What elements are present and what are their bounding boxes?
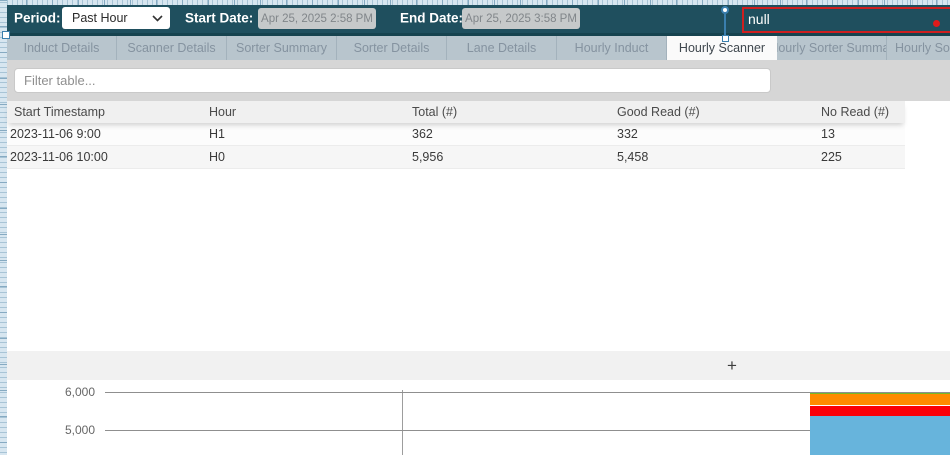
start-date-label: Start Date: bbox=[185, 10, 253, 25]
selection-handle-left[interactable] bbox=[2, 31, 10, 39]
tab-label: Scanner Details bbox=[127, 41, 215, 55]
period-select-value: Past Hour bbox=[62, 11, 152, 25]
tab-label: Sorter Summary bbox=[236, 41, 327, 55]
cell-start-timestamp: 2023-11-06 10:00 bbox=[7, 150, 209, 164]
tab-label: Hourly Scanner bbox=[679, 41, 765, 55]
tab-scanner-details[interactable]: Scanner Details bbox=[117, 36, 227, 60]
chart-vertical-gridline bbox=[402, 390, 403, 455]
tab-sorter-summary[interactable]: Sorter Summary bbox=[227, 36, 337, 60]
column-header-start-timestamp[interactable]: Start Timestamp bbox=[7, 105, 209, 119]
tab-label: Hourly Sorter Summar bbox=[777, 41, 887, 55]
cell-good-read: 332 bbox=[617, 127, 821, 141]
period-select[interactable]: Past Hour bbox=[62, 7, 170, 29]
cell-good-read: 5,458 bbox=[617, 150, 821, 164]
filter-input[interactable] bbox=[14, 68, 771, 93]
error-dot-icon bbox=[933, 20, 940, 27]
cell-total: 5,956 bbox=[412, 150, 617, 164]
cell-no-read: 13 bbox=[821, 127, 905, 141]
chevron-down-icon bbox=[152, 15, 163, 22]
end-date-input[interactable] bbox=[462, 8, 580, 29]
table-row[interactable]: 2023-11-06 9:00 H1 362 332 13 bbox=[7, 123, 905, 146]
tab-hourly-scanner[interactable]: Hourly Scanner bbox=[667, 36, 777, 60]
tab-label: Lane Details bbox=[467, 41, 537, 55]
table-row[interactable]: 2023-11-06 10:00 H0 5,956 5,458 225 bbox=[7, 146, 905, 169]
ruler-vertical bbox=[0, 0, 7, 455]
bar-red-segment bbox=[810, 406, 950, 417]
table-filter-bar bbox=[7, 60, 950, 101]
column-header-total[interactable]: Total (#) bbox=[412, 105, 617, 119]
bar-green-segment bbox=[810, 393, 950, 394]
bar-blue-segment bbox=[810, 416, 950, 455]
cell-total: 362 bbox=[412, 127, 617, 141]
add-row-button[interactable]: + bbox=[717, 351, 747, 380]
tab-label: Induct Details bbox=[24, 41, 100, 55]
column-header-hour[interactable]: Hour bbox=[209, 105, 412, 119]
cell-hour: H0 bbox=[209, 150, 412, 164]
binding-error-text: null bbox=[748, 11, 770, 27]
end-date-label: End Date: bbox=[400, 10, 463, 25]
tab-label: Hourly Induct bbox=[575, 41, 649, 55]
start-date-input[interactable] bbox=[258, 8, 376, 29]
period-label: Period: bbox=[14, 10, 61, 25]
column-header-no-read[interactable]: No Read (#) bbox=[821, 105, 905, 119]
tab-bar: Induct Details Scanner Details Sorter Su… bbox=[7, 36, 950, 60]
cell-hour: H1 bbox=[209, 127, 412, 141]
chart-ytick-label: 5,000 bbox=[30, 423, 95, 437]
tab-label: Hourly Sort bbox=[895, 41, 950, 55]
bar-orange-segment bbox=[810, 394, 950, 406]
binding-error-label[interactable]: null bbox=[742, 7, 950, 33]
tab-induct-details[interactable]: Induct Details bbox=[7, 36, 117, 60]
table-footer: + bbox=[7, 351, 950, 380]
tab-lane-details[interactable]: Lane Details bbox=[447, 36, 557, 60]
ruler-horizontal bbox=[0, 0, 950, 5]
column-header-good-read[interactable]: Good Read (#) bbox=[617, 105, 821, 119]
cell-start-timestamp: 2023-11-06 9:00 bbox=[7, 127, 209, 141]
tab-label: Sorter Details bbox=[354, 41, 430, 55]
table-header-row: Start Timestamp Hour Total (#) Good Read… bbox=[7, 101, 905, 123]
chart-ytick-label: 6,000 bbox=[30, 385, 95, 399]
hourly-scanner-chart: 6,000 5,000 bbox=[0, 380, 950, 455]
cell-no-read: 225 bbox=[821, 150, 905, 164]
date-filter-toolbar: Period: Past Hour Start Date: End Date: … bbox=[6, 4, 950, 36]
tab-hourly-sorter-details[interactable]: Hourly Sort bbox=[887, 36, 950, 60]
tab-hourly-sorter-summary[interactable]: Hourly Sorter Summar bbox=[777, 36, 887, 60]
designer-canvas: Period: Past Hour Start Date: End Date: … bbox=[0, 0, 950, 455]
tab-hourly-induct[interactable]: Hourly Induct bbox=[557, 36, 667, 60]
tab-sorter-details[interactable]: Sorter Details bbox=[337, 36, 447, 60]
